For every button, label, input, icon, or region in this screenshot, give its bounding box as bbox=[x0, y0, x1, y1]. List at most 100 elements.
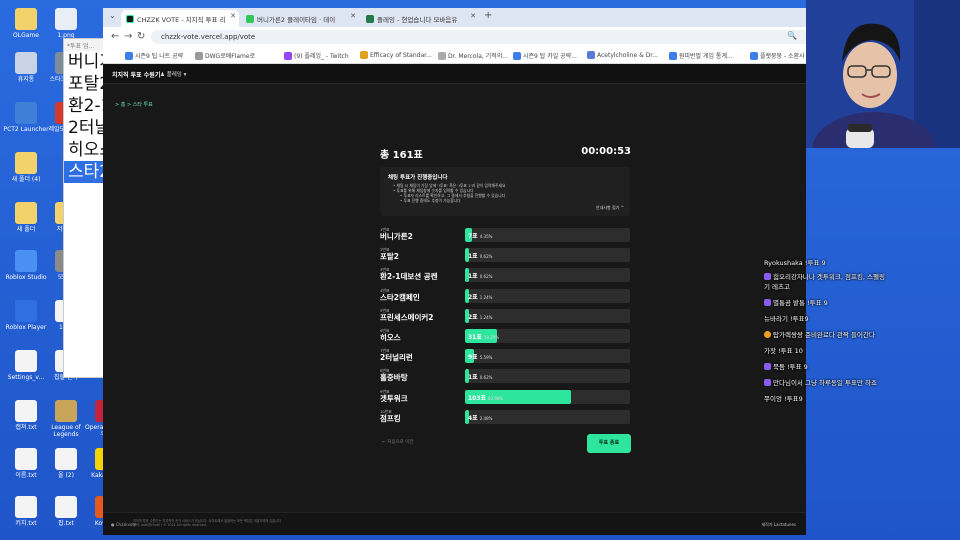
bookmark-favicon-icon bbox=[284, 51, 292, 60]
option-name: 홀중바탕 bbox=[380, 373, 408, 383]
file-icon bbox=[55, 496, 77, 518]
desktop-icon[interactable]: 1.png bbox=[43, 8, 89, 39]
vote-bar: 2표 1.24% bbox=[465, 288, 630, 303]
notepad-line[interactable]: 환2-1 bbox=[64, 95, 106, 117]
close-icon[interactable]: ✕ bbox=[230, 12, 236, 20]
vote-bar-label: 7표 4.35% bbox=[468, 231, 492, 240]
file-icon bbox=[15, 250, 37, 272]
footer-credit[interactable]: 제작자 Lactatunes bbox=[762, 522, 796, 528]
vote-percent: 0.62% bbox=[479, 254, 493, 260]
bookmark-item[interactable]: 시즌9 탑 카일 공략... bbox=[513, 51, 577, 60]
url-text[interactable]: chzzk-vote.vercel.app/vote bbox=[161, 33, 255, 41]
vote-bar: 7표 4.35% bbox=[465, 228, 630, 242]
tab-list-icon[interactable]: ⌄ bbox=[109, 11, 116, 20]
vote-count: 2표 bbox=[468, 293, 478, 301]
user-menu[interactable]: ♟ 플레잉 ▾ bbox=[160, 70, 186, 78]
back-arrow-icon[interactable]: ← bbox=[111, 31, 119, 42]
notepad-text[interactable]: 버니가포탈2환2-12터날히오스스타2 bbox=[64, 51, 106, 183]
option-name: 버니가른2 bbox=[380, 232, 413, 241]
option-name: 겟투워크 bbox=[380, 393, 408, 403]
notepad-title: *투표 업... bbox=[64, 39, 106, 51]
webcam-overlay bbox=[806, 0, 960, 148]
bookmark-item[interactable]: (9) 플레잉_ - Twitch bbox=[284, 51, 349, 60]
app-header: 치지직 투표 수원기 ♟ 플레잉 ▾ bbox=[103, 64, 806, 84]
bookmark-label: Dr. Mercola, 기적의... bbox=[448, 53, 508, 60]
file-icon bbox=[15, 52, 37, 74]
notepad-window[interactable]: *투표 업... 버니가포탈2환2-12터날히오스스타2 bbox=[63, 38, 107, 378]
notepad-line[interactable]: 히오스 bbox=[64, 139, 106, 161]
chzzk-favicon-icon bbox=[126, 14, 134, 23]
option-name: 프린세스메이커2 bbox=[380, 312, 434, 322]
bookmark-item[interactable]: Acetylcholine & Dr... bbox=[587, 51, 658, 59]
vote-percent: 0.62% bbox=[479, 274, 493, 280]
file-icon bbox=[15, 350, 37, 372]
desktop-icon[interactable]: 새 폴더 (4) bbox=[3, 152, 49, 183]
browser-window: ⌄ CHZZK VOTE - 치지직 투표 리 ✕ 버니가른2 플레이타임 · … bbox=[103, 8, 911, 535]
streamer-webcam-image bbox=[806, 0, 960, 148]
chat-message: 기 레츠고 bbox=[764, 283, 790, 292]
reload-icon[interactable]: ↻ bbox=[137, 31, 145, 42]
vote-option-row: 6번표 히오스 31표 19.25% bbox=[380, 328, 630, 344]
username: 플레잉 bbox=[166, 72, 182, 78]
subscriber-badge-icon bbox=[764, 273, 771, 280]
chat-message: 쭈이엉 !투표9 bbox=[764, 395, 803, 404]
vote-bar: 1표 0.62% bbox=[465, 369, 630, 384]
tab-playing[interactable]: 플레잉 - 현업습니다 모바음유 ✕ bbox=[361, 10, 479, 27]
option-name: 히오스 bbox=[380, 333, 401, 342]
chat-message: 가잣 !투표 10 bbox=[764, 347, 803, 356]
app-title[interactable]: 치지직 투표 수원기 bbox=[112, 70, 160, 79]
collapse-info-button[interactable]: 안내사항 접기 ^ bbox=[596, 205, 624, 211]
tab-label: CHZZK VOTE - 치지직 투표 리 bbox=[137, 15, 226, 24]
bookmark-item[interactable]: DWG로배Flame로 bbox=[195, 51, 255, 60]
vote-percent: 0.62% bbox=[479, 375, 493, 381]
vote-bar-label: 1표 0.62% bbox=[468, 271, 492, 280]
chat-message: 만다님이서 그냥 하루동일 투표만 하죠 bbox=[764, 379, 877, 388]
bookmark-item[interactable]: 시즌9 팁 나트 공략 bbox=[125, 51, 183, 60]
bookmarks-bar: 시즌9 팁 나트 공략 DWG로배Flame로 (9) 플레잉_ - Twitch E… bbox=[103, 47, 911, 64]
tab-label: 플레잉 - 현업습니다 모바음유 bbox=[377, 15, 458, 24]
tab-chzzk-vote[interactable]: CHZZK VOTE - 치지직 투표 리 ✕ bbox=[121, 10, 239, 27]
chat-text: 별통곰 밭통 !투표 9 bbox=[773, 299, 828, 307]
new-tab-button[interactable]: + bbox=[484, 10, 492, 21]
bookmark-item[interactable]: 원피번벌 게임 통계... bbox=[669, 51, 733, 60]
notepad-line[interactable]: 2터날 bbox=[64, 117, 106, 139]
notepad-line[interactable]: 포탈2 bbox=[64, 73, 106, 95]
address-bar[interactable]: chzzk-vote.vercel.app/vote bbox=[151, 30, 811, 44]
close-icon[interactable]: ✕ bbox=[470, 12, 476, 20]
vote-percent: 63.98% bbox=[488, 395, 504, 401]
chat-message: 힘오리강자나나 겟투워크, 점프킹, 스펠링 bbox=[764, 273, 885, 282]
back-link[interactable]: ← 처음으로 이전 bbox=[382, 439, 413, 445]
notepad-line[interactable]: 버니가 bbox=[64, 51, 106, 73]
end-vote-button[interactable]: 투표 종료 bbox=[587, 434, 631, 453]
total-votes: 총 161표 bbox=[380, 150, 423, 161]
file-icon bbox=[55, 448, 77, 470]
chat-text: 뉴바라기 !투표9 bbox=[764, 315, 809, 323]
close-icon[interactable]: ✕ bbox=[350, 12, 356, 20]
vote-percent: 1.24% bbox=[479, 314, 493, 320]
bookmark-label: 플랫뭉뭉 - 소환사 bbox=[760, 53, 805, 60]
vote-bar-label: 1표 0.62% bbox=[468, 251, 492, 260]
tab-bunny[interactable]: 버니가른2 플레이타임 · 데이 ✕ bbox=[241, 10, 359, 27]
vote-percent: 1.24% bbox=[479, 294, 493, 300]
option-name: 스타2캠페인 bbox=[380, 292, 420, 302]
vote-count: 7표 bbox=[468, 233, 478, 240]
vote-percent: 2.48% bbox=[479, 415, 493, 421]
footer-text: 치지직 투표 수원기는 치지직의 공식 서비스가 아닙니다. 사이트에서 발생하… bbox=[133, 519, 281, 527]
vote-count: 1표 bbox=[468, 253, 478, 261]
notepad-line[interactable]: 스타2 bbox=[64, 161, 106, 183]
bookmark-label: (9) 플레잉_ - Twitch bbox=[294, 53, 349, 60]
desktop-icon-label: 새 폴더 (4) bbox=[11, 176, 41, 183]
forward-arrow-icon[interactable]: → bbox=[124, 31, 132, 42]
bookmark-item[interactable]: Efficacy of Standar... bbox=[360, 51, 432, 59]
tab-label: 버니가른2 플레이타임 · 데이 bbox=[257, 15, 336, 24]
bookmark-item[interactable]: 플랫뭉뭉 - 소환사 bbox=[750, 51, 805, 60]
vote-bar-label: 1표 0.62% bbox=[468, 372, 492, 381]
breadcrumb[interactable]: > 홈 > 스타 투표 bbox=[115, 101, 153, 108]
subscriber-badge-icon bbox=[764, 363, 771, 370]
bookmark-item[interactable]: Dr. Mercola, 기적의... bbox=[438, 51, 508, 60]
vote-timer: 00:00:53 bbox=[581, 146, 631, 157]
option-name: 2터널리런 bbox=[380, 353, 413, 363]
zoom-icon[interactable]: 🔍 bbox=[787, 31, 797, 40]
chat-message: 뉴바라기 !투표9 bbox=[764, 315, 809, 324]
file-icon bbox=[15, 400, 37, 422]
